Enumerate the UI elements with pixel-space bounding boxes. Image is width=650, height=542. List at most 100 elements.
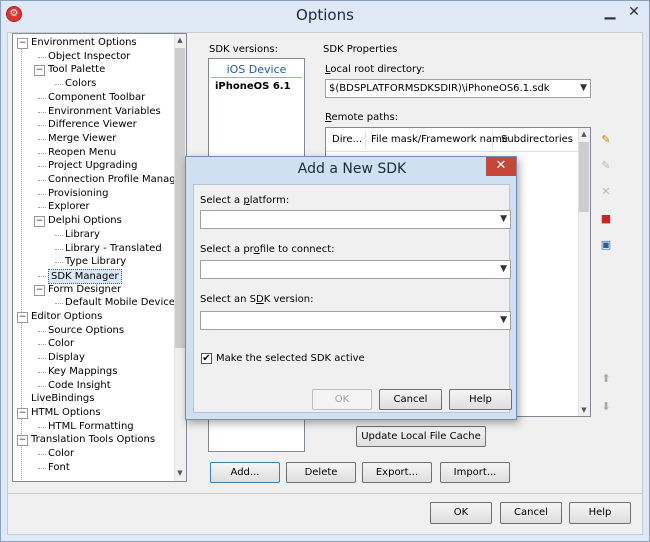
tree-item-translation-tools-options[interactable]: Translation Tools Options (31, 433, 155, 446)
tree-item-difference-viewer[interactable]: Difference Viewer (48, 118, 137, 131)
move-up-icon[interactable]: ⬆ (597, 370, 615, 388)
sdk-version-chevron-down-icon[interactable]: ▼ (500, 312, 507, 329)
tree-scroll-thumb[interactable] (175, 48, 185, 348)
tree-connector (38, 344, 46, 346)
cancel-button[interactable]: Cancel (500, 502, 562, 524)
local-root-value: $(BDSPLATFORMSDKSDIR)\iPhoneOS6.1.sdk (329, 83, 550, 94)
tree-collapse-icon[interactable]: − (17, 38, 28, 49)
tree-collapse-icon[interactable]: − (17, 312, 28, 323)
tree-item-html-formatting[interactable]: HTML Formatting (48, 420, 134, 433)
dialog-cancel-button[interactable]: Cancel (379, 389, 442, 410)
tree-item-color[interactable]: Color (48, 337, 74, 350)
tree-connector (38, 385, 46, 387)
platform-combo[interactable]: ▼ (200, 210, 511, 229)
tree-item-default-mobile-device[interactable]: Default Mobile Device (65, 296, 175, 309)
window-title: Options (296, 6, 354, 24)
save-icon[interactable]: ▣ (597, 236, 615, 254)
tree-item-merge-viewer[interactable]: Merge Viewer (48, 132, 116, 145)
delete-path-icon[interactable]: ✕ (597, 183, 615, 201)
dialog-close-icon[interactable]: ✕ (486, 157, 516, 176)
local-root-combo[interactable]: $(BDSPLATFORMSDKSDIR)\iPhoneOS6.1.sdk ▼ (325, 79, 591, 98)
tree-item-library-translated[interactable]: Library - Translated (65, 242, 162, 255)
tree-collapse-icon[interactable]: − (34, 216, 45, 228)
tree-connector (38, 467, 46, 469)
add-button[interactable]: Add... (210, 462, 280, 483)
tree-collapse-icon[interactable]: − (34, 284, 45, 296)
tree-item-project-upgrading[interactable]: Project Upgrading (48, 159, 137, 172)
profile-combo[interactable]: ▼ (200, 260, 511, 279)
add-path-icon[interactable]: ✎ (597, 131, 615, 149)
remote-scroll-down-icon[interactable]: ▼ (578, 404, 590, 416)
tree-collapse-icon[interactable]: − (17, 435, 28, 447)
tree-collapse-icon[interactable]: − (17, 407, 28, 419)
tree-connector (38, 180, 46, 181)
sdk-item-iphoneos[interactable]: iPhoneOS 6.1 (215, 81, 291, 92)
dialog-help-button[interactable]: Help (449, 389, 512, 410)
tree-collapse-icon[interactable]: − (34, 65, 45, 77)
close-icon[interactable]: ✕ (624, 4, 644, 22)
stop-icon[interactable]: ■ (597, 210, 615, 228)
help-button[interactable]: Help (569, 502, 631, 524)
move-down-icon[interactable]: ⬇ (597, 398, 615, 416)
tree-item-editor-options[interactable]: Editor Options (31, 310, 102, 323)
minimize-icon[interactable]: ▁ (600, 4, 620, 22)
column-file-mask[interactable]: File mask/Framework name (371, 134, 508, 145)
tree-scroll-down-icon[interactable]: ▼ (174, 467, 186, 479)
tree-item-provisioning[interactable]: Provisioning (48, 187, 108, 200)
tree-item-tool-palette[interactable]: Tool Palette (48, 63, 105, 76)
tree-item-delphi-options[interactable]: Delphi Options (48, 214, 122, 227)
edit-path-icon[interactable]: ✎ (597, 157, 615, 175)
options-tree[interactable]: − Environment Options Object Inspector − Too… (12, 33, 187, 482)
tree-item-display[interactable]: Display (48, 351, 85, 364)
delete-button[interactable]: Delete (286, 462, 356, 483)
tree-item-code-insight[interactable]: Code Insight (48, 379, 111, 392)
make-active-label[interactable]: Make the selected SDK active (216, 353, 365, 364)
column-dire[interactable]: Dire... (332, 134, 362, 145)
tree-item-source-options[interactable]: Source Options (48, 324, 124, 337)
tree-item-font[interactable]: Font (48, 461, 70, 474)
tree-item-html-options[interactable]: HTML Options (31, 406, 101, 419)
sdk-versions-label: SDK versions: (209, 44, 278, 55)
tree-connector (38, 125, 46, 127)
remote-scroll-thumb[interactable] (579, 142, 589, 212)
tree-connector (38, 166, 46, 168)
tree-item-colors[interactable]: Colors (65, 77, 96, 90)
tree-item-explorer[interactable]: Explorer (48, 200, 90, 213)
tree-connector (38, 152, 46, 154)
dialog-ok-button[interactable]: OK (312, 389, 372, 410)
profile-chevron-down-icon[interactable]: ▼ (500, 261, 507, 278)
tree-item-object-inspector[interactable]: Object Inspector (48, 50, 130, 63)
tree-connector (55, 84, 63, 86)
import-button[interactable]: Import... (440, 462, 510, 483)
tree-item-key-mappings[interactable]: Key Mappings (48, 365, 117, 378)
tree-item-type-library[interactable]: Type Library (65, 255, 126, 268)
platform-chevron-down-icon[interactable]: ▼ (500, 211, 507, 228)
chevron-down-icon[interactable]: ▼ (580, 80, 587, 97)
tree-connector (38, 207, 46, 209)
tree-item-library[interactable]: Library (65, 228, 100, 241)
update-local-file-cache-button[interactable]: Update Local File Cache (356, 426, 486, 447)
make-active-checkbox[interactable]: ✔ (201, 353, 212, 364)
sdk-version-combo[interactable]: ▼ (200, 311, 511, 330)
remote-scroll-up-icon[interactable]: ▲ (578, 128, 590, 140)
tree-item-livebindings[interactable]: LiveBindings (31, 392, 94, 405)
profile-label: Select a profile to connect: (200, 244, 335, 255)
tree-item-component-toolbar[interactable]: Component Toolbar (48, 91, 145, 104)
export-button[interactable]: Export... (362, 462, 432, 483)
local-root-label: Local root directory: (325, 64, 425, 75)
tree-connector (38, 371, 46, 373)
sdk-version-label: Select an SDK version: (200, 294, 314, 305)
tree-item-connection-profile-manager[interactable]: Connection Profile Manager (48, 173, 186, 186)
tree-connector (38, 275, 46, 277)
tree-item-reopen-menu[interactable]: Reopen Menu (48, 146, 116, 159)
tree-item-color[interactable]: Color (48, 447, 74, 460)
tree-item-environment-options[interactable]: Environment Options (31, 36, 137, 49)
tree-scroll-up-icon[interactable]: ▲ (174, 34, 186, 46)
sdk-properties-label: SDK Properties (323, 44, 398, 55)
column-subdirectories[interactable]: Subdirectories (501, 134, 573, 145)
tree-item-form-designer[interactable]: Form Designer (48, 283, 121, 296)
ok-button[interactable]: OK (430, 502, 492, 524)
tree-item-environment-variables[interactable]: Environment Variables (48, 105, 161, 118)
remote-paths-label: Remote paths: (325, 112, 399, 123)
tree-connector (38, 56, 46, 58)
